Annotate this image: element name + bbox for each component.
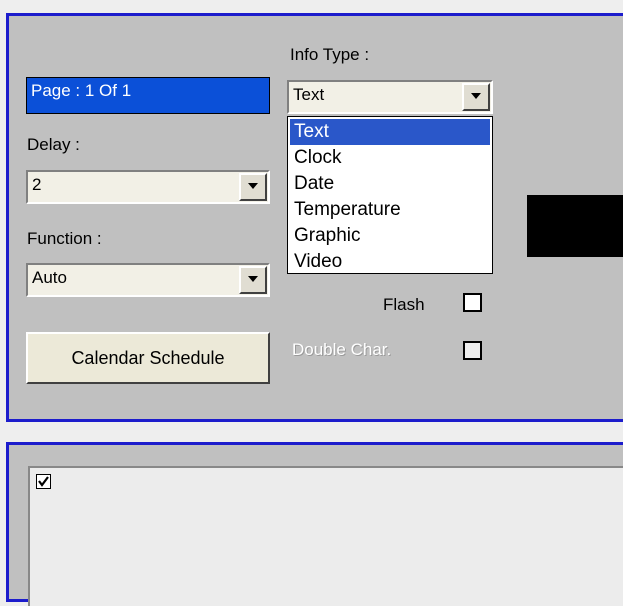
delay-dropdown-button[interactable] bbox=[239, 173, 267, 201]
info-type-label: Info Type : bbox=[290, 45, 370, 64]
double-char-checkbox[interactable] bbox=[463, 341, 482, 360]
info-type-value: Text bbox=[293, 85, 325, 104]
info-type-option-graphic[interactable]: Graphic bbox=[290, 223, 490, 249]
calendar-schedule-button[interactable]: Calendar Schedule bbox=[26, 332, 270, 384]
function-label: Function : bbox=[27, 229, 102, 248]
info-type-option-date[interactable]: Date bbox=[290, 171, 490, 197]
chevron-down-icon bbox=[248, 183, 258, 189]
chevron-down-icon bbox=[471, 93, 481, 99]
bottom-list-area bbox=[28, 466, 623, 606]
page-indicator: Page : 1 Of 1 bbox=[26, 77, 270, 114]
function-value: Auto bbox=[32, 268, 67, 287]
info-type-options-list[interactable]: Text Clock Date Temperature Graphic Vide… bbox=[287, 116, 493, 274]
info-type-option-temperature[interactable]: Temperature bbox=[290, 197, 490, 223]
chevron-down-icon bbox=[248, 276, 258, 282]
row-checkbox[interactable] bbox=[36, 474, 51, 489]
delay-select[interactable]: 2 bbox=[26, 170, 270, 204]
function-dropdown-button[interactable] bbox=[239, 266, 267, 294]
info-type-select[interactable]: Text bbox=[287, 80, 493, 114]
info-type-option-clock[interactable]: Clock bbox=[290, 145, 490, 171]
function-select[interactable]: Auto bbox=[26, 263, 270, 297]
delay-value: 2 bbox=[32, 175, 42, 194]
delay-label: Delay : bbox=[27, 135, 80, 154]
flash-checkbox[interactable] bbox=[463, 293, 482, 312]
info-type-dropdown-button[interactable] bbox=[462, 83, 490, 111]
double-char-label: Double Char. bbox=[292, 340, 392, 359]
display-preview bbox=[527, 195, 623, 257]
flash-label: Flash bbox=[383, 295, 425, 314]
info-type-option-video[interactable]: Video bbox=[290, 249, 490, 275]
checkmark-icon bbox=[38, 476, 49, 487]
info-type-option-text[interactable]: Text bbox=[290, 119, 490, 145]
